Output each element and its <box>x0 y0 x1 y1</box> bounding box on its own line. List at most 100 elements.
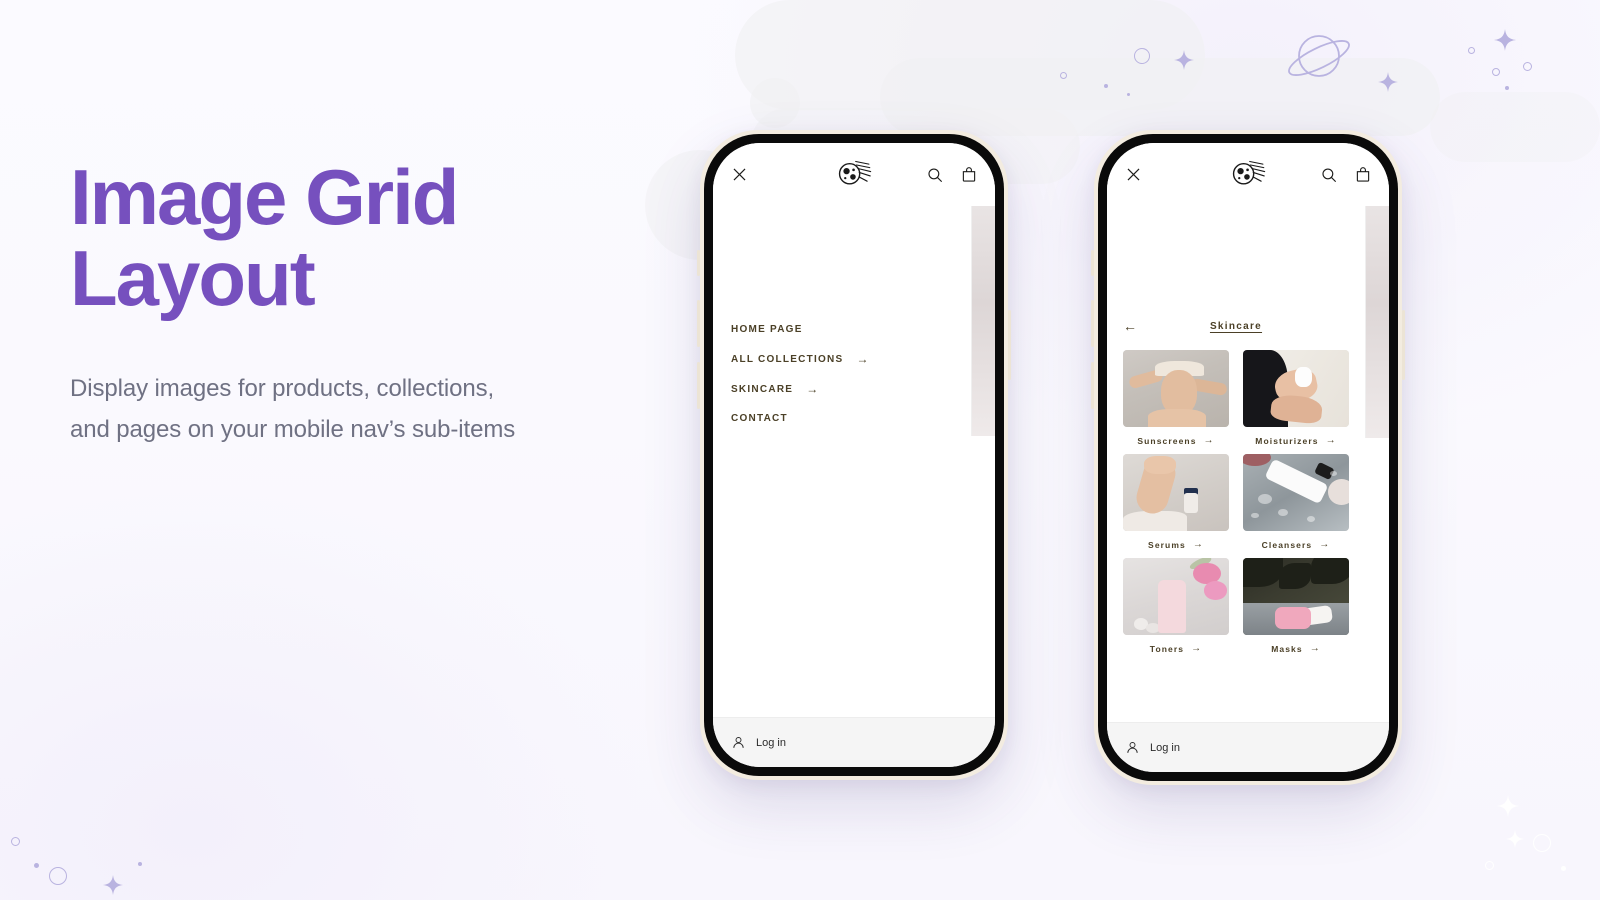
phone-screen-right: ← Skincare Sunscreens → Moisturizers → S… <box>1107 143 1389 772</box>
circle-doodle <box>1485 861 1494 870</box>
login-label: Log in <box>1150 741 1180 754</box>
nav-item-label: Contact <box>731 413 788 424</box>
tile-label: Sunscreens <box>1137 436 1197 446</box>
tile-image <box>1123 454 1229 531</box>
dot-doodle <box>1505 86 1509 90</box>
hero-copy: Image Grid Layout Display images for pro… <box>70 158 590 450</box>
circle-doodle <box>1468 47 1475 54</box>
tile-label-row: Toners → <box>1123 644 1229 655</box>
grid-tile-cleansers[interactable]: Cleansers → <box>1243 454 1349 550</box>
tile-label-row: Cleansers → <box>1243 539 1349 551</box>
tile-photo-moisturizers <box>1243 350 1349 427</box>
phone-power-button <box>1008 310 1011 380</box>
brand-logo-icon[interactable] <box>1227 151 1269 198</box>
phone-volume-down-button <box>1091 362 1094 409</box>
close-icon[interactable] <box>730 165 749 184</box>
app-header-left <box>713 143 995 206</box>
user-icon <box>731 735 746 750</box>
background-page-peek <box>971 206 995 436</box>
arrow-right-icon: → <box>1192 539 1204 550</box>
login-label: Log in <box>756 736 786 749</box>
grid-tile-serums[interactable]: Serums → <box>1123 454 1229 550</box>
tile-photo-sunscreens <box>1123 350 1229 427</box>
tile-photo-toners <box>1123 558 1229 635</box>
circle-doodle <box>1523 62 1532 71</box>
nav-item-contact[interactable]: Contact <box>731 413 959 424</box>
grid-tile-sunscreens[interactable]: Sunscreens → <box>1123 350 1229 446</box>
phone-volume-down-button <box>697 362 700 409</box>
nav-item-label: All collections <box>731 353 844 365</box>
tile-image <box>1243 454 1349 531</box>
nav-item-label: Home page <box>731 324 803 335</box>
tile-label: Cleansers <box>1261 540 1313 550</box>
planet-icon <box>1288 35 1350 77</box>
tile-photo-serums <box>1123 454 1229 531</box>
tile-photo-masks <box>1243 558 1349 635</box>
nav-item-all-collections[interactable]: All collections → <box>731 353 959 365</box>
dot-doodle <box>34 863 39 868</box>
user-icon <box>1125 740 1140 755</box>
tile-label-row: Masks → <box>1243 643 1349 655</box>
circle-doodle <box>1134 48 1150 64</box>
tile-label: Masks <box>1271 644 1303 654</box>
phone-body-right: ← Skincare Sunscreens → Moisturizers → S… <box>1098 134 1398 781</box>
arrow-right-icon: → <box>1319 539 1331 550</box>
close-icon[interactable] <box>1124 165 1143 184</box>
search-icon[interactable] <box>926 166 944 184</box>
tile-image <box>1123 350 1229 427</box>
image-grid-panel: ← Skincare Sunscreens → Moisturizers → S… <box>1107 206 1365 722</box>
brand-logo-icon[interactable] <box>833 151 875 198</box>
phone-silent-switch <box>697 250 700 276</box>
app-footer-left[interactable]: Log in <box>713 717 995 767</box>
sparkle-icon <box>1506 830 1524 848</box>
arrow-right-icon: → <box>806 382 820 396</box>
tile-image <box>1243 350 1349 427</box>
sparkle-icon <box>1497 795 1519 817</box>
phone-body-left: Home page All collections → Skincare → C… <box>704 134 1004 776</box>
tile-image <box>1123 558 1229 635</box>
grid-tile-masks[interactable]: Masks → <box>1243 558 1349 654</box>
arrow-right-icon: → <box>1203 435 1215 446</box>
dot-doodle <box>1127 93 1130 96</box>
sparkle-icon <box>1494 29 1516 51</box>
page-title-line1: Image Grid <box>70 153 459 241</box>
search-icon[interactable] <box>1320 166 1338 184</box>
sparkle-icon <box>1174 50 1194 70</box>
app-body-left: Home page All collections → Skincare → C… <box>713 206 995 717</box>
cart-icon[interactable] <box>1354 166 1372 184</box>
phone-volume-up-button <box>1091 300 1094 347</box>
page-title-line2: Layout <box>70 233 316 322</box>
arrow-right-icon: → <box>1325 435 1337 446</box>
tile-image <box>1243 558 1349 635</box>
cart-icon[interactable] <box>960 166 978 184</box>
arrow-right-icon: → <box>1309 643 1321 654</box>
circle-doodle <box>1533 834 1551 852</box>
background-blob <box>750 78 800 128</box>
app-header-right <box>1107 143 1389 206</box>
phone-screen-left: Home page All collections → Skincare → C… <box>713 143 995 767</box>
page-title: Image Grid Layout <box>70 158 590 322</box>
sparkle-icon <box>1378 72 1398 92</box>
phone-mockup-right: ← Skincare Sunscreens → Moisturizers → S… <box>1091 130 1405 785</box>
grid-header: ← Skincare <box>1107 316 1365 336</box>
app-footer-right[interactable]: Log in <box>1107 722 1389 772</box>
header-actions-left <box>926 166 978 184</box>
arrow-right-icon: → <box>856 352 870 366</box>
dot-doodle <box>138 862 142 866</box>
sparkle-icon <box>103 875 123 895</box>
dot-doodle <box>1104 84 1108 88</box>
circle-doodle <box>11 837 20 846</box>
circle-doodle <box>1492 68 1500 76</box>
tile-label-row: Moisturizers → <box>1243 435 1349 447</box>
mobile-nav-panel: Home page All collections → Skincare → C… <box>713 206 971 717</box>
image-grid: Sunscreens → Moisturizers → Serums → Cle… <box>1107 336 1365 654</box>
nav-item-label: Skincare <box>731 383 794 395</box>
nav-item-skincare[interactable]: Skincare → <box>731 383 959 395</box>
dot-doodle <box>1561 866 1566 871</box>
grid-tile-moisturizers[interactable]: Moisturizers → <box>1243 350 1349 446</box>
header-actions-right <box>1320 166 1372 184</box>
tile-label-row: Serums → <box>1123 539 1229 551</box>
phone-volume-up-button <box>697 300 700 347</box>
nav-item-home-page[interactable]: Home page <box>731 324 959 335</box>
grid-tile-toners[interactable]: Toners → <box>1123 558 1229 654</box>
